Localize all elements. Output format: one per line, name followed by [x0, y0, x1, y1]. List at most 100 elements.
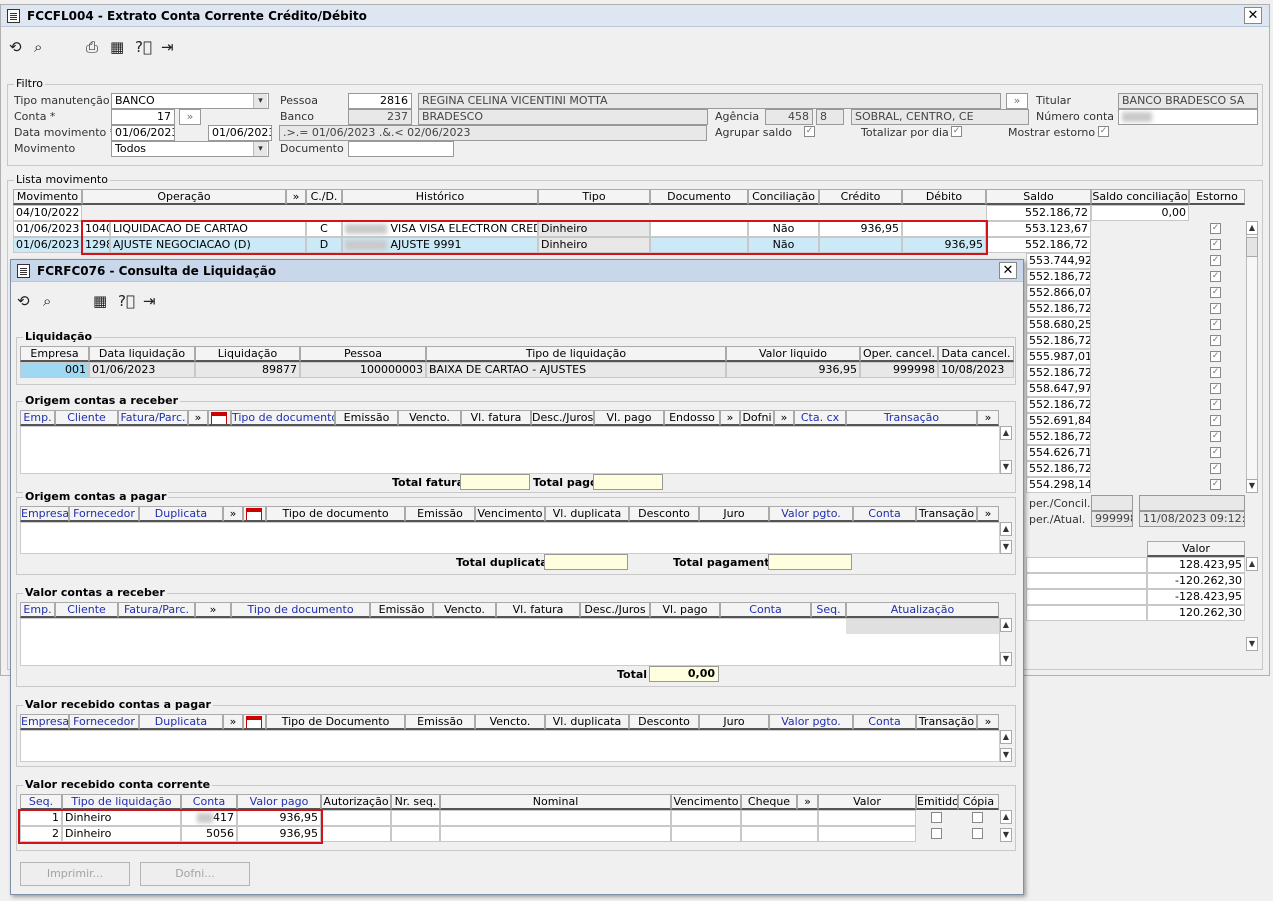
col-fornecedor[interactable]: Fornecedor [69, 506, 139, 522]
col-desconto[interactable]: Desconto [629, 506, 699, 522]
col-desc-juros[interactable]: Desc./Juros [580, 602, 650, 618]
col-conta[interactable]: Conta [853, 714, 916, 730]
tipo-manutencao-select[interactable]: BANCO [111, 93, 269, 109]
conta-input[interactable]: 17 [111, 109, 175, 125]
scroll-down-icon[interactable]: ▼ [1000, 540, 1012, 554]
col-expand[interactable]: » [977, 410, 999, 426]
pessoa-lookup-button[interactable]: » [1006, 93, 1028, 109]
search-icon[interactable]: ⌕ [34, 39, 42, 55]
col-juro[interactable]: Juro [699, 714, 769, 730]
col-data-liquidacao[interactable]: Data liquidação [89, 346, 195, 362]
saldo-row[interactable]: 552.186,72 [1026, 365, 1091, 381]
col-historico[interactable]: Histórico [342, 189, 538, 205]
col-transacao[interactable]: Transação [916, 714, 977, 730]
data-fim-input[interactable]: 01/06/2023 [208, 125, 272, 141]
col-vl-pago[interactable]: Vl. pago [650, 602, 720, 618]
col-vl-pago[interactable]: Vl. pago [594, 410, 664, 426]
col-saldo[interactable]: Saldo [986, 189, 1091, 205]
row1-saldo[interactable]: 553.123,67 [986, 221, 1091, 237]
dofni-button[interactable]: Dofni... [140, 862, 250, 886]
col-expand[interactable]: » [977, 714, 999, 730]
col-transacao[interactable]: Transação [916, 506, 977, 522]
col-movimento[interactable]: Movimento [13, 189, 82, 205]
col-tipo[interactable]: Tipo [538, 189, 650, 205]
col-emissao[interactable]: Emissão [335, 410, 398, 426]
col-nr-seq[interactable]: Nr. seq. [391, 794, 440, 810]
estorno-checkbox[interactable]: ✓ [1210, 223, 1221, 234]
estorno-checkbox[interactable]: ✓ [1210, 271, 1221, 282]
valor-row-left[interactable] [1026, 557, 1147, 573]
cc-row2-emitido-checkbox[interactable] [931, 828, 942, 839]
col-valor[interactable]: Valor [1147, 541, 1245, 557]
col-operacao[interactable]: Operação [82, 189, 286, 205]
col-cliente[interactable]: Cliente [55, 602, 118, 618]
col-empresa[interactable]: Empresa [20, 506, 69, 522]
col-emp[interactable]: Emp. [20, 410, 55, 426]
col-calendar[interactable] [208, 410, 231, 426]
col-conta[interactable]: Conta [181, 794, 237, 810]
cc-row1-nominal[interactable] [440, 810, 671, 826]
row0-saldo-conciliacao[interactable]: 0,00 [1091, 205, 1189, 221]
scroll-up-icon[interactable]: ▲ [1246, 221, 1258, 235]
col-emitido[interactable]: Emitido [916, 794, 958, 810]
col-data-cancel[interactable]: Data cancel. [938, 346, 1014, 362]
cc-row1-copia-checkbox[interactable] [972, 812, 983, 823]
col-vl-fatura[interactable]: Vl. fatura [461, 410, 531, 426]
saldo-row[interactable]: 552.186,72 [1026, 461, 1091, 477]
valor-row-left[interactable] [1026, 589, 1147, 605]
dialog-close-button[interactable]: ✕ [999, 262, 1017, 279]
col-duplicata[interactable]: Duplicata [139, 714, 223, 730]
cc-row2-nr-seq[interactable] [391, 826, 440, 842]
col-emissao[interactable]: Emissão [405, 714, 475, 730]
oper-cancel-cell[interactable]: 999998 [860, 362, 938, 378]
col-calendar[interactable] [243, 714, 266, 730]
empresa-cell[interactable]: 001 [20, 362, 89, 378]
refresh-icon[interactable]: ⟲ [9, 39, 22, 55]
valor-liquido-cell[interactable]: 936,95 [726, 362, 860, 378]
col-expand[interactable]: » [223, 506, 243, 522]
saldo-row[interactable]: 553.744,92 [1026, 253, 1091, 269]
col-valor-pgto[interactable]: Valor pgto. [769, 506, 853, 522]
col-empresa[interactable]: Empresa [20, 714, 69, 730]
saldo-row[interactable]: 552.186,72 [1026, 429, 1091, 445]
calendar-icon[interactable]: ▦ [110, 39, 124, 55]
col-expand[interactable]: » [223, 714, 243, 730]
col-conta[interactable]: Conta [720, 602, 811, 618]
estorno-checkbox[interactable]: ✓ [1210, 255, 1221, 266]
agrupar-saldo-checkbox[interactable]: ✓ [804, 126, 815, 137]
estorno-checkbox[interactable]: ✓ [1210, 239, 1221, 250]
row0-saldo[interactable]: 552.186,72 [986, 205, 1091, 221]
cc-row1-vencimento[interactable] [671, 810, 741, 826]
col-emp[interactable]: Emp. [20, 602, 55, 618]
col-expand[interactable]: » [774, 410, 794, 426]
origem-receber-grid[interactable] [20, 426, 1000, 474]
col-cta-cx[interactable]: Cta. cx [794, 410, 846, 426]
cc-row1-emitido-checkbox[interactable] [931, 812, 942, 823]
col-oper-cancel[interactable]: Oper. cancel. [860, 346, 938, 362]
row2-movimento[interactable]: 01/06/2023 [13, 237, 82, 253]
estorno-checkbox[interactable]: ✓ [1210, 367, 1221, 378]
documento-input[interactable] [348, 141, 454, 157]
col-valor-pgto[interactable]: Valor pgto. [769, 714, 853, 730]
col-valor[interactable]: Valor [818, 794, 916, 810]
conta-lookup-button[interactable]: » [179, 109, 201, 125]
scroll-down-icon[interactable]: ▼ [1000, 652, 1012, 666]
calendar-icon[interactable]: ▦ [93, 293, 107, 309]
scroll-up-icon[interactable]: ▲ [1000, 730, 1012, 744]
valor-row-left[interactable] [1026, 573, 1147, 589]
col-empresa[interactable]: Empresa [20, 346, 89, 362]
saldo-row[interactable]: 552.866,07 [1026, 285, 1091, 301]
col-tipo-documento[interactable]: Tipo de documento [231, 410, 335, 426]
row1-movimento[interactable]: 01/06/2023 [13, 221, 82, 237]
search-icon[interactable]: ⌕ [43, 293, 51, 309]
col-tipo-documento[interactable]: Tipo de Documento [266, 714, 405, 730]
col-emissao[interactable]: Emissão [405, 506, 475, 522]
refresh-icon[interactable]: ⟲ [17, 293, 30, 309]
col-tipo-liquidacao[interactable]: Tipo de liquidação [62, 794, 181, 810]
col-desc-juros[interactable]: Desc./Juros [531, 410, 594, 426]
scroll-down-icon[interactable]: ▼ [1000, 748, 1012, 762]
saldo-row[interactable]: 554.298,14 [1026, 477, 1091, 493]
scroll-up-icon[interactable]: ▲ [1000, 810, 1012, 824]
col-atualizacao[interactable]: Atualização [846, 602, 999, 618]
liquidacao-cell[interactable]: 89877 [195, 362, 300, 378]
